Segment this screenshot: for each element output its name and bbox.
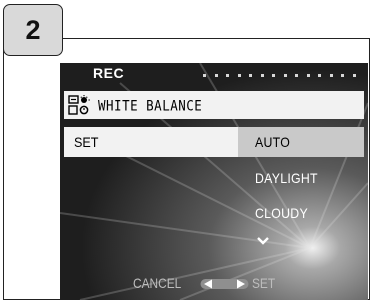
indicator-dot	[237, 74, 241, 77]
white-balance-icon	[68, 95, 90, 115]
menu-title-bar: WHITE BALANCE	[64, 91, 364, 119]
indicator-dot	[306, 74, 310, 77]
set-label: SET	[252, 275, 276, 291]
indicator-dot	[272, 74, 275, 77]
indicator-dot	[226, 74, 229, 77]
button-guide-bar: CANCEL SET	[60, 271, 368, 297]
dotted-indicator	[203, 74, 363, 77]
indicator-dot	[341, 74, 344, 77]
option-auto[interactable]: AUTO	[238, 127, 364, 157]
indicator-dot	[329, 74, 333, 77]
indicator-dot	[352, 74, 356, 77]
indicator-dot	[295, 74, 298, 77]
camera-lcd-screen: REC WHITE BALANCE SET AUTO DAYLIGHT CLOU…	[60, 63, 368, 300]
set-menu-item[interactable]: SET	[64, 127, 238, 157]
option-label: CLOUDY	[255, 205, 308, 221]
option-daylight[interactable]: DAYLIGHT	[238, 163, 364, 193]
option-cloudy[interactable]: CLOUDY	[238, 198, 364, 228]
indicator-dot	[283, 74, 287, 77]
indicator-dot	[203, 74, 206, 77]
indicator-dot	[249, 74, 252, 77]
menu-title: WHITE BALANCE	[98, 96, 203, 114]
mode-label: REC	[93, 65, 125, 81]
chevron-down-icon	[257, 237, 269, 245]
indicator-dot	[214, 74, 218, 77]
step-number-badge: 2	[3, 4, 63, 56]
option-label: AUTO	[255, 134, 291, 150]
indicator-dot	[318, 74, 321, 77]
indicator-dot	[260, 74, 264, 77]
cancel-label: CANCEL	[133, 275, 182, 291]
left-right-nav-icon	[200, 279, 249, 289]
set-menu-label: SET	[74, 134, 99, 150]
option-label: DAYLIGHT	[255, 170, 318, 186]
